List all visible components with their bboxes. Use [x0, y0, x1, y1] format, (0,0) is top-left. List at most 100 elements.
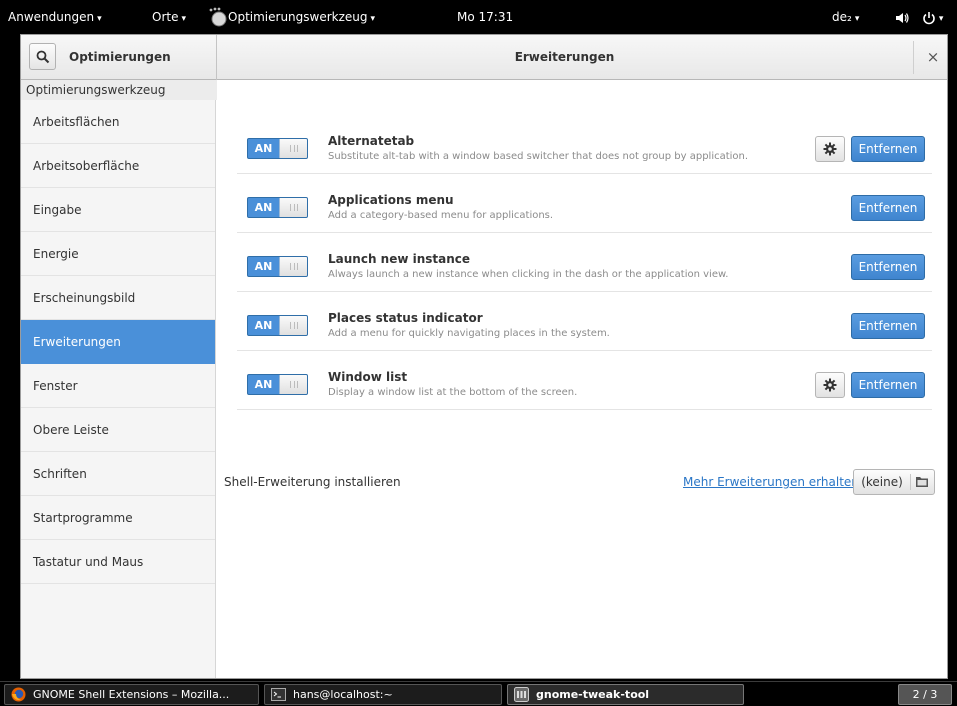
applications-menu-label: Anwendungen — [8, 10, 95, 24]
toggle-on-label: AN — [254, 378, 273, 391]
applications-menu[interactable]: Anwendungen ▾ — [8, 0, 102, 34]
file-chooser-label: (keine) — [861, 475, 903, 489]
extension-row: AN Applications menu Add a category-based … — [237, 174, 932, 233]
sidebar-item[interactable]: Eingabe — [21, 188, 215, 232]
sidebar-item[interactable]: Arbeitsflächen — [21, 100, 215, 144]
sidebar-item[interactable]: Fenster — [21, 364, 215, 408]
grip-icon — [290, 381, 298, 388]
extension-description: Add a menu for quickly navigating places… — [328, 328, 610, 339]
tweak-tool-icon — [514, 687, 529, 702]
remove-extension-button[interactable]: Entfernen — [851, 254, 925, 280]
extension-row: AN Places status indicator Add a menu for … — [237, 292, 932, 351]
extension-toggle[interactable]: AN — [247, 138, 308, 159]
sidebar-item[interactable]: Erweiterungen — [21, 320, 215, 364]
toggle-on-label: AN — [254, 260, 273, 273]
extension-description: Display a window list at the bottom of t… — [328, 387, 578, 398]
volume-icon — [896, 12, 909, 23]
places-menu-label: Orte — [152, 10, 179, 24]
extension-description: Always launch a new instance when clicki… — [328, 269, 729, 280]
clock[interactable]: Mo 17:31 — [457, 0, 513, 34]
toggle-knob[interactable] — [279, 316, 307, 335]
task-tweak-tool[interactable]: gnome-tweak-tool — [507, 684, 744, 705]
sidebar-item[interactable]: Startprogramme — [21, 496, 215, 540]
sidebar-item[interactable]: Schriften — [21, 452, 215, 496]
sidebar: Optimierungswerkzeug Arbeitsflächen Arbei… — [21, 80, 217, 678]
task-label: hans@localhost:~ — [293, 688, 393, 701]
chevron-down-icon: ▾ — [181, 14, 186, 24]
keyboard-layout-indicator[interactable]: de₂ ▾ — [832, 0, 859, 34]
remove-extension-button[interactable]: Entfernen — [851, 372, 925, 398]
chevron-down-icon: ▾ — [854, 14, 860, 24]
install-extension-label: Shell-Erweiterung installieren — [224, 475, 401, 489]
sidebar-app-label: Optimierungswerkzeug — [21, 80, 217, 100]
extension-settings-button[interactable] — [815, 136, 845, 162]
toggle-knob[interactable] — [279, 198, 307, 217]
extension-name: Alternatetab — [328, 134, 415, 148]
toggle-knob[interactable] — [279, 139, 307, 158]
chevron-down-icon: ▾ — [370, 14, 376, 24]
extension-settings-button[interactable] — [815, 372, 845, 398]
grip-icon — [290, 263, 298, 270]
toggle-knob[interactable] — [279, 257, 307, 276]
extension-row: AN Launch new instance Always launch a new… — [237, 233, 932, 292]
system-menu[interactable]: ▾ — [895, 0, 943, 34]
extension-name: Launch new instance — [328, 252, 471, 266]
search-icon — [36, 50, 50, 64]
sidebar-item[interactable]: Obere Leiste — [21, 408, 215, 452]
extension-toggle[interactable]: AN — [247, 374, 308, 395]
task-terminal[interactable]: hans@localhost:~ — [264, 684, 502, 705]
sidebar-title: Optimierungen — [69, 50, 171, 64]
file-chooser-divider — [910, 474, 911, 490]
task-firefox[interactable]: GNOME Shell Extensions – Mozilla... — [4, 684, 259, 705]
grip-icon — [290, 322, 298, 329]
remove-extension-button[interactable]: Entfernen — [851, 136, 925, 162]
page-title: Erweiterungen — [514, 50, 615, 64]
toggle-on-label: AN — [254, 319, 273, 332]
terminal-icon — [271, 688, 286, 701]
app-menu[interactable]: Optimierungswerkzeug ▾ — [228, 0, 375, 34]
install-extension-row: Shell-Erweiterung installieren Mehr Erwe… — [217, 469, 947, 495]
extension-toggle[interactable]: AN — [247, 315, 308, 336]
window-list-bar: GNOME Shell Extensions – Mozilla... hans… — [0, 681, 957, 706]
extension-name: Applications menu — [328, 193, 454, 207]
extension-name: Places status indicator — [328, 311, 483, 325]
remove-extension-button[interactable]: Entfernen — [851, 313, 925, 339]
extension-description: Substitute alt-tab with a window based s… — [328, 151, 749, 162]
close-button[interactable]: × — [921, 44, 945, 70]
extension-toggle[interactable]: AN — [247, 256, 308, 277]
workspace-indicator[interactable]: 2 / 3 — [898, 684, 952, 705]
task-label: gnome-tweak-tool — [536, 688, 650, 701]
toggle-knob[interactable] — [279, 375, 307, 394]
header-bar: Optimierungen Erweiterungen × — [21, 35, 947, 80]
grip-icon — [290, 145, 298, 152]
extension-name: Window list — [328, 370, 408, 384]
sidebar-item[interactable]: Erscheinungsbild — [21, 276, 215, 320]
power-icon — [923, 11, 935, 24]
top-bar: Anwendungen ▾ Orte ▾ Optimierungswerkzeug ▾… — [0, 0, 957, 34]
extension-row: AN Alternatetab Substitute alt-tab with a … — [237, 115, 932, 174]
chevron-down-icon: ▾ — [97, 14, 102, 24]
more-extensions-link[interactable]: Mehr Erweiterungen erhalten — [683, 469, 859, 495]
tweak-tool-app-icon — [209, 7, 227, 27]
toggle-on-label: AN — [254, 201, 273, 214]
task-label: GNOME Shell Extensions – Mozilla... — [33, 688, 230, 701]
extension-file-chooser[interactable]: (keine) — [853, 469, 935, 495]
firefox-icon — [11, 687, 26, 702]
sidebar-item[interactable]: Tastatur und Maus — [21, 540, 215, 584]
extension-row: AN Window list Display a window list at th… — [237, 351, 932, 410]
search-button[interactable] — [29, 43, 56, 70]
extensions-panel: AN Alternatetab Substitute alt-tab with a … — [217, 80, 947, 678]
close-divider — [913, 41, 914, 74]
sidebar-item[interactable]: Energie — [21, 232, 215, 276]
places-menu[interactable]: Orte ▾ — [152, 0, 186, 34]
chevron-down-icon: ▾ — [938, 14, 944, 24]
keyboard-layout-label: de₂ — [832, 10, 852, 24]
toggle-on-label: AN — [254, 142, 273, 155]
sidebar-item[interactable]: Arbeitsoberfläche — [21, 144, 215, 188]
extension-toggle[interactable]: AN — [247, 197, 308, 218]
remove-extension-button[interactable]: Entfernen — [851, 195, 925, 221]
extension-description: Add a category-based menu for applicatio… — [328, 210, 554, 221]
grip-icon — [290, 204, 298, 211]
folder-icon — [916, 477, 928, 487]
tweak-tool-window: Optimierungen Erweiterungen × Optimierun… — [20, 34, 948, 679]
